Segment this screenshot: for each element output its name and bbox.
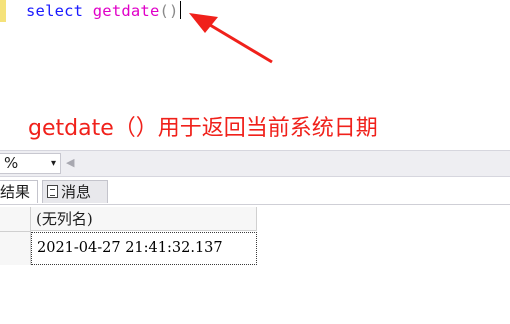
row-header-divider — [0, 231, 30, 232]
code-line-1[interactable]: select getdate() — [26, 1, 181, 21]
annotation-caption: getdate（）用于返回当前系统日期 — [28, 116, 378, 141]
zoom-bar: % ▾ ◀ — [0, 150, 510, 177]
sql-function-getdate: getdate — [92, 2, 160, 20]
result-cell[interactable]: 2021-04-27 21:41:32.137 — [31, 232, 257, 265]
sql-keyword-select: select — [26, 2, 84, 20]
chevron-down-icon[interactable]: ▾ — [51, 154, 56, 173]
tab-messages-label: 消息 — [61, 183, 92, 201]
text-cursor — [179, 1, 181, 19]
scroll-left-arrow-icon[interactable]: ◀ — [66, 156, 74, 169]
results-tabs: 结果 消息 — [0, 177, 510, 205]
tab-results-label: 结果 — [0, 183, 31, 201]
column-header[interactable]: (无列名) — [31, 207, 257, 231]
sql-parentheses: () — [159, 2, 179, 20]
tab-results[interactable]: 结果 — [0, 180, 38, 203]
results-grid: (无列名) 2021-04-27 21:41:32.137 — [0, 207, 258, 265]
change-tracking-marker — [0, 0, 6, 22]
message-icon — [47, 185, 58, 198]
row-header-column — [0, 207, 31, 265]
ssms-query-window: select getdate() getdate（）用于返回当前系统日期 % ▾… — [0, 0, 510, 324]
zoom-value: % — [4, 154, 19, 172]
tab-messages[interactable]: 消息 — [42, 180, 108, 203]
zoom-dropdown[interactable]: % ▾ — [0, 153, 61, 174]
